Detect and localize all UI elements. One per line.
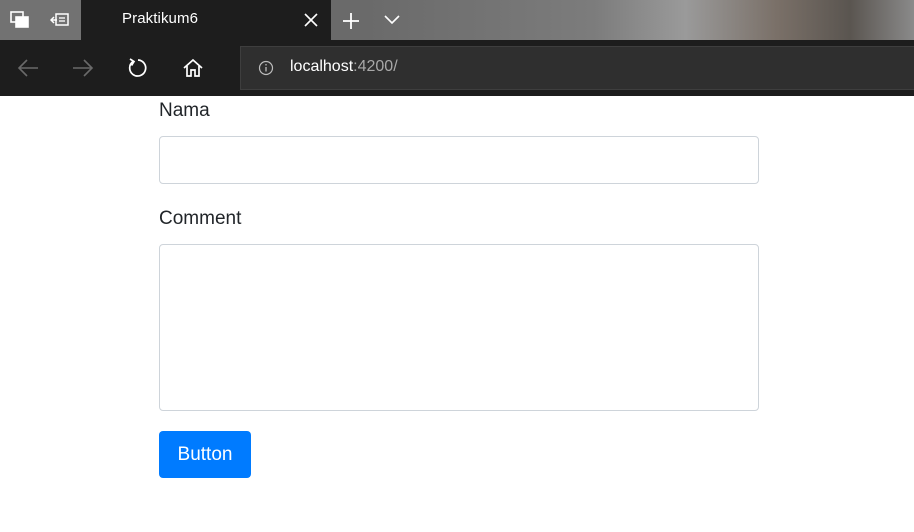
refresh-button[interactable] (126, 56, 150, 80)
tab-strip-left-buttons (0, 0, 81, 40)
tab-preview-icon (10, 11, 29, 28)
home-button[interactable] (181, 56, 205, 80)
address-bar[interactable]: localhost:4200/ (240, 46, 914, 90)
forward-arrow-icon (73, 59, 94, 77)
comment-textarea[interactable] (159, 244, 759, 411)
comment-label: Comment (159, 208, 242, 229)
plus-icon[interactable] (341, 11, 361, 31)
home-icon (183, 58, 203, 77)
chevron-down-icon[interactable] (383, 13, 401, 27)
nama-input[interactable] (159, 136, 759, 184)
set-aside-tabs-button[interactable] (40, 0, 80, 40)
address-url[interactable]: localhost:4200/ (290, 58, 398, 76)
tab-preview-button[interactable] (0, 0, 40, 40)
back-arrow-icon (17, 59, 38, 77)
submit-button[interactable]: Button (159, 431, 251, 478)
tab-title: Praktikum6 (122, 10, 199, 27)
back-button[interactable] (16, 56, 40, 80)
forward-button[interactable] (71, 56, 95, 80)
page-content: Nama Comment Button (0, 96, 914, 532)
active-tab[interactable]: Praktikum6 (81, 0, 331, 40)
browser-navigation-bar: localhost:4200/ (0, 40, 914, 96)
close-icon[interactable] (303, 12, 319, 28)
url-host: localhost (290, 58, 354, 75)
browser-tab-strip: Praktikum6 (0, 0, 914, 40)
nama-label: Nama (159, 100, 210, 121)
set-aside-tabs-icon (50, 13, 69, 26)
refresh-icon (128, 58, 147, 77)
url-port-path: :4200/ (353, 58, 398, 75)
info-icon[interactable] (258, 60, 274, 76)
